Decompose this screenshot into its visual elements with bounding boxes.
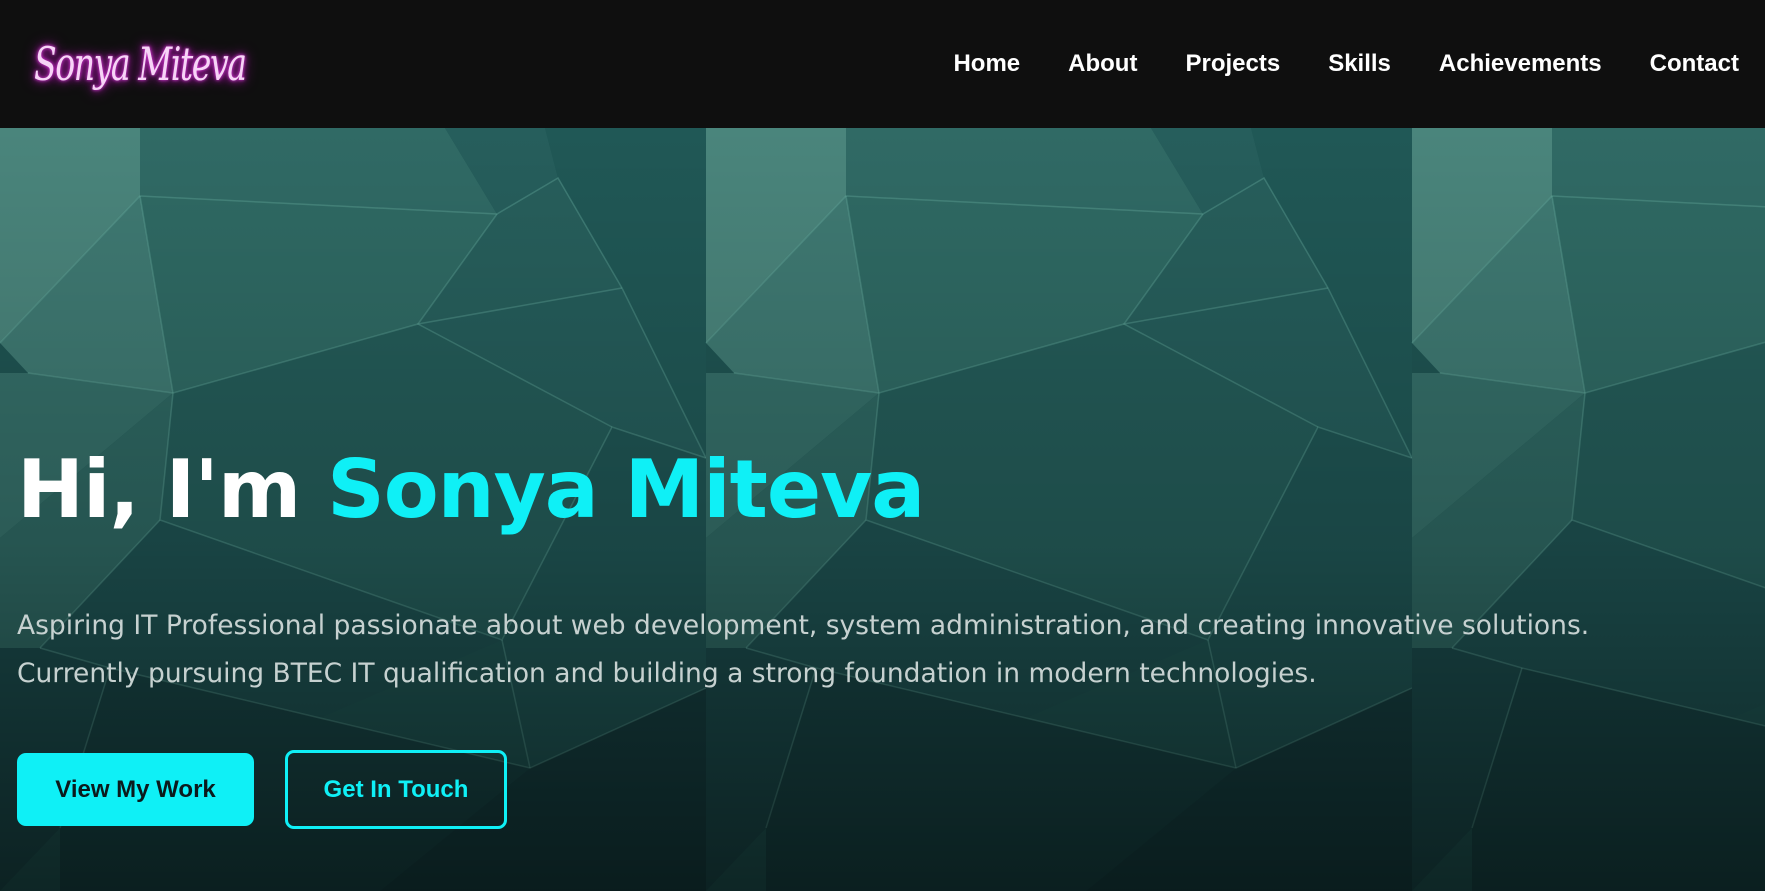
hero-title: Hi, I'm Sonya Miteva [17, 450, 1757, 530]
navbar: Sonya Miteva Home About Projects Skills … [0, 0, 1765, 128]
nav-home-link[interactable]: Home [953, 50, 1020, 78]
nav-links: Home About Projects Skills Achievements … [953, 50, 1739, 78]
site-logo[interactable]: Sonya Miteva [34, 37, 247, 91]
hero-buttons: View My Work Get In Touch [17, 750, 1757, 829]
nav-about-link[interactable]: About [1068, 50, 1137, 78]
nav-projects-link[interactable]: Projects [1185, 50, 1280, 78]
hero-description-line-2: Currently pursuing BTEC IT qualification… [17, 658, 1317, 689]
nav-contact-link[interactable]: Contact [1650, 50, 1739, 78]
hero-content: Hi, I'm Sonya Miteva Aspiring IT Profess… [17, 450, 1757, 829]
view-my-work-button[interactable]: View My Work [17, 753, 254, 826]
hero-title-prefix: Hi, I'm [17, 443, 328, 536]
nav-achievements-link[interactable]: Achievements [1439, 50, 1602, 78]
hero-description-line-1: Aspiring IT Professional passionate abou… [17, 610, 1590, 641]
hero-section: Hi, I'm Sonya Miteva Aspiring IT Profess… [0, 128, 1765, 891]
hero-description: Aspiring IT Professional passionate abou… [17, 602, 1747, 698]
get-in-touch-button[interactable]: Get In Touch [285, 750, 507, 829]
hero-title-name: Sonya Miteva [327, 443, 925, 536]
nav-skills-link[interactable]: Skills [1328, 50, 1391, 78]
